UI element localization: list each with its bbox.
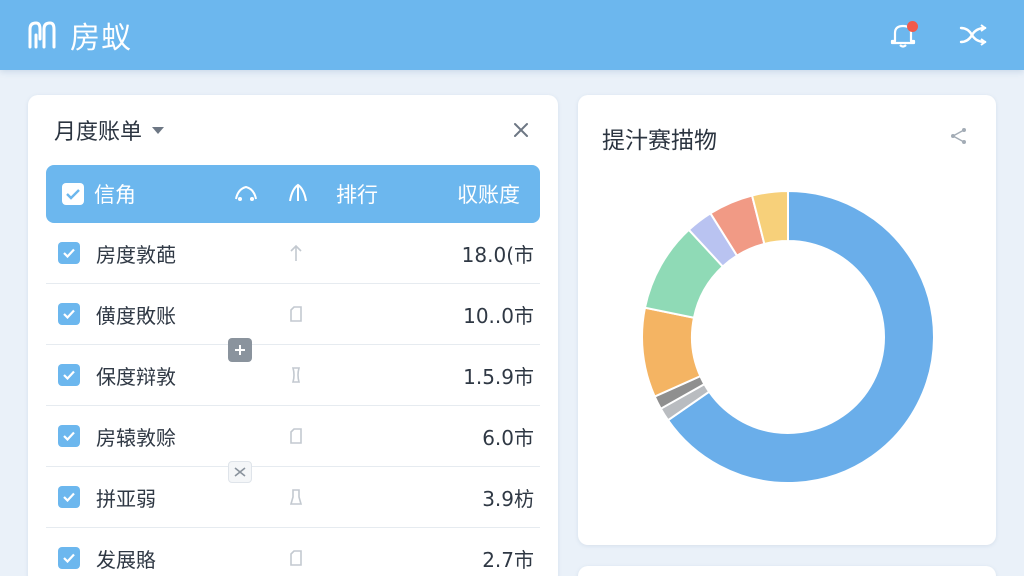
row-amount: 1.5.9市 (463, 364, 534, 389)
row-amount: 6.0市 (482, 425, 534, 450)
row-checkbox[interactable] (58, 242, 80, 264)
close-icon (514, 123, 528, 137)
select-all-checkbox[interactable] (62, 183, 84, 205)
row-name: 发展賂 (96, 547, 156, 572)
table-row[interactable]: 僙度敗账 10..0市 (46, 284, 540, 345)
row-amount: 18.0(市 (461, 242, 534, 267)
notification-dot (907, 21, 918, 32)
column-header-amount[interactable]: 収账度 (457, 179, 520, 209)
notification-button[interactable] (888, 20, 918, 50)
column-header-sort[interactable]: 排行 (336, 179, 378, 209)
bill-list: 房度敦葩 18.0(市 僙度敗账 10..0市 保度辩敦 1.5.9市 房辕敦赊… (46, 223, 540, 576)
column-filter-icon[interactable] (232, 181, 260, 210)
plus-icon (235, 345, 245, 355)
chart-title: 提汁赛描物 (602, 128, 717, 154)
tag-icon[interactable] (286, 365, 306, 385)
row-amount: 3.9枋 (482, 486, 534, 511)
arrow-up-icon[interactable] (286, 243, 306, 263)
row-amount: 2.7市 (482, 547, 534, 572)
secondary-panel (578, 566, 996, 576)
row-name: 拼亚弱 (96, 486, 156, 511)
remove-row-button[interactable] (228, 461, 252, 483)
row-checkbox[interactable] (58, 425, 80, 447)
column-header-name[interactable]: 信角 (94, 179, 136, 209)
tag-icon[interactable] (286, 426, 306, 446)
tag-icon[interactable] (286, 548, 306, 568)
tag-icon[interactable] (286, 304, 306, 324)
cross-icon (234, 467, 246, 477)
add-row-button[interactable] (228, 338, 252, 362)
table-header: 信角 排行 収账度 (46, 165, 540, 223)
table-row[interactable]: 拼亚弱 3.9枋 (46, 467, 540, 528)
row-amount: 10..0市 (463, 303, 534, 328)
donut-chart (641, 189, 935, 484)
app-logo-icon (24, 17, 60, 53)
app-header: 房蚁 (0, 0, 1024, 70)
close-window-button[interactable] (958, 20, 988, 50)
row-name: 保度辩敦 (96, 364, 176, 389)
checkmark-icon (66, 189, 80, 200)
table-row[interactable]: 房度敦葩 18.0(市 (46, 223, 540, 284)
row-checkbox[interactable] (58, 303, 80, 325)
table-row[interactable]: 保度辩敦 1.5.9市 (46, 345, 540, 406)
row-checkbox[interactable] (58, 486, 80, 508)
row-checkbox[interactable] (58, 547, 80, 569)
row-checkbox[interactable] (58, 364, 80, 386)
app-title: 房蚁 (70, 21, 132, 56)
chevron-down-icon[interactable] (152, 126, 165, 134)
table-row[interactable]: 发展賂 2.7市 (46, 528, 540, 576)
share-button[interactable] (948, 125, 970, 147)
share-icon (951, 128, 966, 144)
bill-panel-title[interactable]: 月度账单 (54, 114, 142, 146)
column-people-icon[interactable] (284, 181, 312, 210)
shuffle-close-icon (959, 24, 987, 46)
table-row[interactable]: 房辕敦赊 6.0市 (46, 406, 540, 467)
close-panel-button[interactable] (510, 119, 532, 141)
row-name: 房度敦葩 (96, 242, 176, 267)
row-name: 僙度敗账 (96, 303, 176, 328)
bill-panel: 月度账单 信角 排行 収账度 房度敦葩 18.0(市 僙度敗账 10..0市 保… (28, 95, 558, 576)
chart-panel: 提汁赛描物 (578, 95, 996, 545)
tag-icon[interactable] (286, 487, 306, 507)
row-name: 房辕敦赊 (96, 425, 176, 450)
